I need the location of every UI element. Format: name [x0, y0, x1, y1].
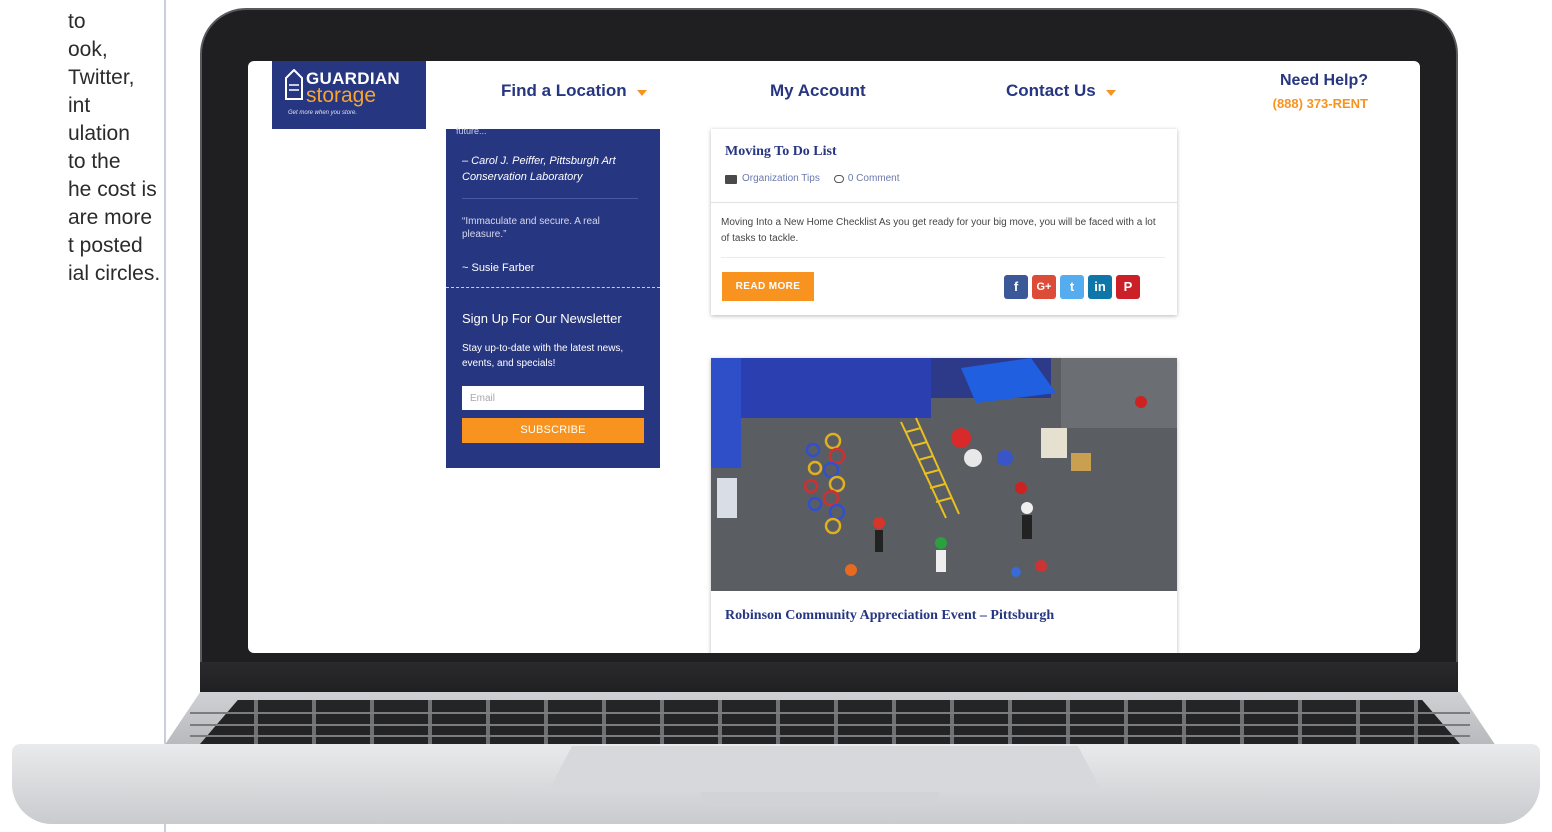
nav-find-location[interactable]: Find a Location	[501, 81, 647, 101]
card-divider	[711, 202, 1177, 203]
pinterest-icon[interactable]: P	[1116, 275, 1140, 299]
testimonial-quote: “Immaculate and secure. A real pleasure.…	[462, 216, 600, 240]
keyboard-row-gap	[190, 724, 1470, 726]
post-title-link[interactable]: Moving To Do List	[725, 143, 837, 161]
nav-label: Find a Location	[501, 81, 627, 100]
post-card: Robinson Community Appreciation Event – …	[711, 358, 1177, 653]
testimonial-divider	[462, 198, 638, 199]
comment-icon	[833, 175, 844, 183]
laptop-screen: GUARDIAN storage Get more when you store…	[248, 61, 1420, 653]
logo-tagline: Get more when you store.	[288, 110, 358, 116]
post-featured-image[interactable]	[711, 358, 1177, 591]
newsletter-email-input[interactable]	[462, 386, 644, 410]
post-comments-link[interactable]: 0 Comment	[848, 173, 900, 185]
caret-down-icon	[636, 89, 647, 96]
testimonial-author: ~ Susie Farber	[462, 262, 535, 274]
google-plus-icon[interactable]: G+	[1032, 275, 1056, 299]
laptop-notch	[700, 792, 940, 806]
guardian-helmet-icon	[285, 69, 303, 100]
nav-contact-us[interactable]: Contact Us	[1006, 81, 1116, 101]
logo-brand-bottom: storage	[306, 84, 377, 107]
linkedin-icon[interactable]: in	[1088, 275, 1112, 299]
slide-text-line: ulation	[68, 122, 130, 145]
newsletter-title: Sign Up For Our Newsletter	[462, 311, 622, 326]
newsletter-description: Stay up-to-date with the latest news, ev…	[462, 343, 624, 369]
trackpad	[550, 746, 1100, 788]
caret-down-icon	[1105, 89, 1116, 96]
testimonial-cut-text: future...	[456, 126, 487, 136]
slide-text-line: int	[68, 94, 91, 117]
nav-my-account[interactable]: My Account	[770, 81, 866, 101]
slide-text-line: he cost is	[68, 178, 157, 201]
testimonial-author: – Carol J. Peiffer, Pittsburgh Art Conse…	[462, 155, 616, 183]
facebook-icon[interactable]: f	[1004, 275, 1028, 299]
help-phone-link[interactable]: (888) 373-RENT	[1273, 96, 1368, 112]
nav-label: My Account	[770, 81, 866, 100]
post-title-link[interactable]: Robinson Community Appreciation Event – …	[725, 607, 1054, 625]
site-logo[interactable]: GUARDIAN storage Get more when you store…	[272, 61, 426, 129]
sidebar-dashed-divider	[446, 287, 660, 288]
sidebar: future... – Carol J. Peiffer, Pittsburgh…	[446, 126, 660, 468]
share-buttons: f G+ t in P	[1004, 275, 1140, 299]
community-event-photo	[711, 358, 1177, 591]
slide-divider	[164, 0, 166, 832]
post-card: Moving To Do List Organization Tips 0 Co…	[711, 129, 1177, 315]
nav-label: Contact Us	[1006, 81, 1096, 100]
keyboard-row-gap	[190, 735, 1470, 737]
folder-icon	[725, 174, 737, 184]
post-excerpt: Moving Into a New Home Checklist As you …	[721, 217, 1156, 244]
keyboard-row-gap	[190, 712, 1470, 714]
slide-text-line: ial circles.	[68, 262, 161, 285]
post-meta: Organization Tips 0 Comment	[725, 173, 900, 185]
keyboard-keys	[200, 700, 1460, 744]
subscribe-button[interactable]: SUBSCRIBE	[462, 418, 644, 443]
slide-text-line: are more	[68, 206, 153, 229]
slide-text-line: ook,	[68, 38, 108, 61]
slide-text-line: to the	[68, 150, 121, 173]
help-title: Need Help?	[1279, 72, 1368, 89]
slide-text-line: to	[68, 10, 86, 33]
read-more-button[interactable]: READ MORE	[722, 272, 814, 301]
slide-text-line: t posted	[68, 234, 143, 257]
post-category-link[interactable]: Organization Tips	[742, 173, 820, 185]
slide-text-line: Twitter,	[68, 66, 135, 89]
twitter-icon[interactable]: t	[1060, 275, 1084, 299]
card-divider	[721, 257, 1165, 258]
